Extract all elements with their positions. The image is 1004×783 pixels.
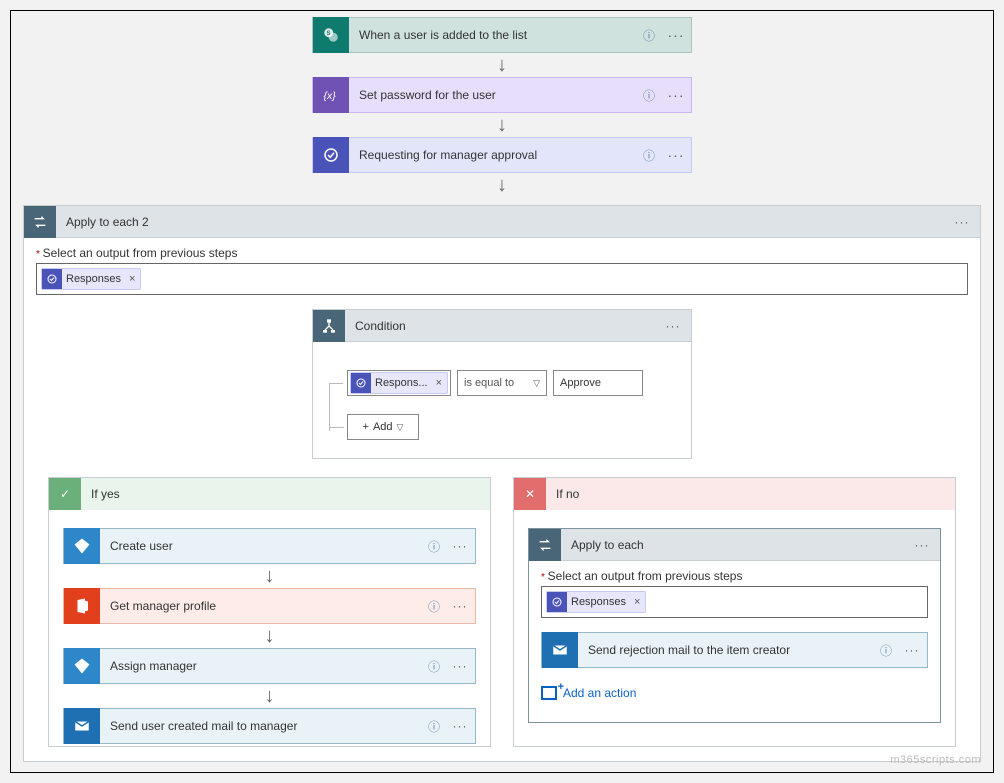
more-icon[interactable]: ··· bbox=[445, 659, 475, 673]
token-remove-icon[interactable]: × bbox=[629, 596, 645, 608]
arrow-down-icon: ↓ bbox=[497, 55, 507, 75]
arrow-down-icon: ↓ bbox=[497, 175, 507, 195]
condition-value-input[interactable]: Approve bbox=[553, 370, 643, 396]
action-send-rejection-mail[interactable]: Send rejection mail to the item creator … bbox=[541, 632, 928, 668]
close-icon: ✕ bbox=[514, 478, 546, 510]
help-icon[interactable]: ⓘ bbox=[637, 147, 661, 164]
condition-left-operand[interactable]: Respons... × bbox=[347, 370, 451, 396]
if-yes-branch: ✓ If yes Create user ⓘ ··· ↓ bbox=[48, 477, 491, 747]
add-action-button[interactable]: Add an action bbox=[541, 686, 928, 700]
apply-to-each-header[interactable]: Apply to each 2 ··· bbox=[24, 206, 980, 238]
action-initialize-variable[interactable]: {x} Set password for the user ⓘ ··· bbox=[312, 77, 692, 113]
branch-label: If no bbox=[546, 487, 579, 501]
more-icon[interactable]: ··· bbox=[661, 87, 691, 103]
token-label: Responses bbox=[571, 596, 629, 608]
token-remove-icon[interactable]: × bbox=[124, 273, 140, 285]
more-icon[interactable]: ··· bbox=[944, 215, 980, 229]
loop-icon bbox=[24, 206, 56, 238]
condition-card[interactable]: Condition ··· Respons... × is bbox=[312, 309, 692, 459]
action-start-approval[interactable]: Requesting for manager approval ⓘ ··· bbox=[312, 137, 692, 173]
action-send-mail-created[interactable]: Send user created mail to manager ⓘ ··· bbox=[63, 708, 476, 744]
more-icon[interactable]: ··· bbox=[904, 538, 940, 552]
outlook-icon bbox=[542, 632, 578, 668]
arrow-down-icon: ↓ bbox=[497, 115, 507, 135]
action-label: Create user bbox=[100, 539, 423, 553]
approval-icon bbox=[313, 137, 349, 173]
branch-header-no[interactable]: ✕ If no bbox=[514, 478, 955, 510]
flow-canvas: S When a user is added to the list ⓘ ···… bbox=[10, 10, 994, 773]
help-icon[interactable]: ⓘ bbox=[637, 87, 661, 104]
watermark: m365scripts.com bbox=[890, 754, 981, 766]
arrow-down-icon: ↓ bbox=[265, 626, 275, 646]
condition-add-button[interactable]: + Add ▽ bbox=[347, 414, 419, 440]
help-icon[interactable]: ⓘ bbox=[423, 658, 445, 675]
arrow-down-icon: ↓ bbox=[265, 566, 275, 586]
more-icon[interactable]: ··· bbox=[661, 27, 691, 43]
variable-icon: {x} bbox=[313, 77, 349, 113]
condition-title: Condition bbox=[345, 319, 655, 333]
condition-row: Respons... × is equal to▽ Approve bbox=[347, 370, 675, 396]
help-icon[interactable]: ⓘ bbox=[637, 27, 661, 44]
action-get-manager-profile[interactable]: Get manager profile ⓘ ··· bbox=[63, 588, 476, 624]
select-output-label: * Select an output from previous steps bbox=[36, 246, 968, 260]
help-icon[interactable]: ⓘ bbox=[875, 642, 897, 659]
office365-icon bbox=[64, 588, 100, 624]
approval-icon bbox=[351, 373, 371, 393]
trigger-sharepoint-item-created[interactable]: S When a user is added to the list ⓘ ··· bbox=[312, 17, 692, 53]
more-icon[interactable]: ··· bbox=[445, 719, 475, 733]
action-create-user[interactable]: Create user ⓘ ··· bbox=[63, 528, 476, 564]
dynamic-content-token[interactable]: Responses × bbox=[41, 268, 141, 290]
condition-operator-select[interactable]: is equal to▽ bbox=[457, 370, 547, 396]
action-label: Send rejection mail to the item creator bbox=[578, 643, 875, 657]
chevron-down-icon: ▽ bbox=[397, 422, 404, 433]
help-icon[interactable]: ⓘ bbox=[423, 718, 445, 735]
container-title: Apply to each bbox=[561, 538, 904, 552]
svg-text:S: S bbox=[327, 31, 331, 37]
chevron-down-icon: ▽ bbox=[533, 378, 540, 389]
sharepoint-icon: S bbox=[313, 17, 349, 53]
step-label: Requesting for manager approval bbox=[349, 148, 637, 162]
branch-label: If yes bbox=[81, 487, 120, 501]
apply-to-each-nested[interactable]: Apply to each ··· * Select an output fro… bbox=[528, 528, 941, 723]
plus-icon: + bbox=[363, 421, 369, 433]
select-output-label: * Select an output from previous steps bbox=[541, 569, 928, 583]
condition-icon bbox=[313, 310, 345, 342]
more-icon[interactable]: ··· bbox=[655, 319, 691, 333]
arrow-down-icon: ↓ bbox=[265, 686, 275, 706]
loop-icon bbox=[529, 529, 561, 561]
token-label: Responses bbox=[66, 273, 124, 285]
more-icon[interactable]: ··· bbox=[445, 599, 475, 613]
outlook-icon bbox=[64, 708, 100, 744]
token-label: Respons... bbox=[375, 377, 431, 389]
more-icon[interactable]: ··· bbox=[661, 147, 691, 163]
help-icon[interactable]: ⓘ bbox=[423, 598, 445, 615]
output-from-previous-input[interactable]: Responses × bbox=[36, 263, 968, 295]
action-label: Send user created mail to manager bbox=[100, 719, 423, 733]
add-action-icon bbox=[541, 686, 557, 700]
action-label: Get manager profile bbox=[100, 599, 423, 613]
more-icon[interactable]: ··· bbox=[897, 643, 927, 657]
help-icon[interactable]: ⓘ bbox=[423, 538, 445, 555]
action-label: Assign manager bbox=[100, 659, 423, 673]
container-title: Apply to each 2 bbox=[56, 215, 944, 229]
step-label: When a user is added to the list bbox=[349, 28, 637, 42]
branch-header-yes[interactable]: ✓ If yes bbox=[49, 478, 490, 510]
azure-ad-icon bbox=[64, 528, 100, 564]
approval-icon bbox=[42, 269, 62, 289]
token-remove-icon[interactable]: × bbox=[431, 377, 447, 389]
action-assign-manager[interactable]: Assign manager ⓘ ··· bbox=[63, 648, 476, 684]
if-no-branch: ✕ If no Apply to each ··· * Select an ou… bbox=[513, 477, 956, 747]
output-from-previous-input[interactable]: Responses × bbox=[541, 586, 928, 618]
svg-text:{x}: {x} bbox=[324, 90, 337, 102]
approval-icon bbox=[547, 592, 567, 612]
step-label: Set password for the user bbox=[349, 88, 637, 102]
dynamic-content-token[interactable]: Responses × bbox=[546, 591, 646, 613]
apply-to-each-2-container[interactable]: Apply to each 2 ··· * Select an output f… bbox=[23, 205, 981, 762]
check-icon: ✓ bbox=[49, 478, 81, 510]
azure-ad-icon bbox=[64, 648, 100, 684]
more-icon[interactable]: ··· bbox=[445, 539, 475, 553]
